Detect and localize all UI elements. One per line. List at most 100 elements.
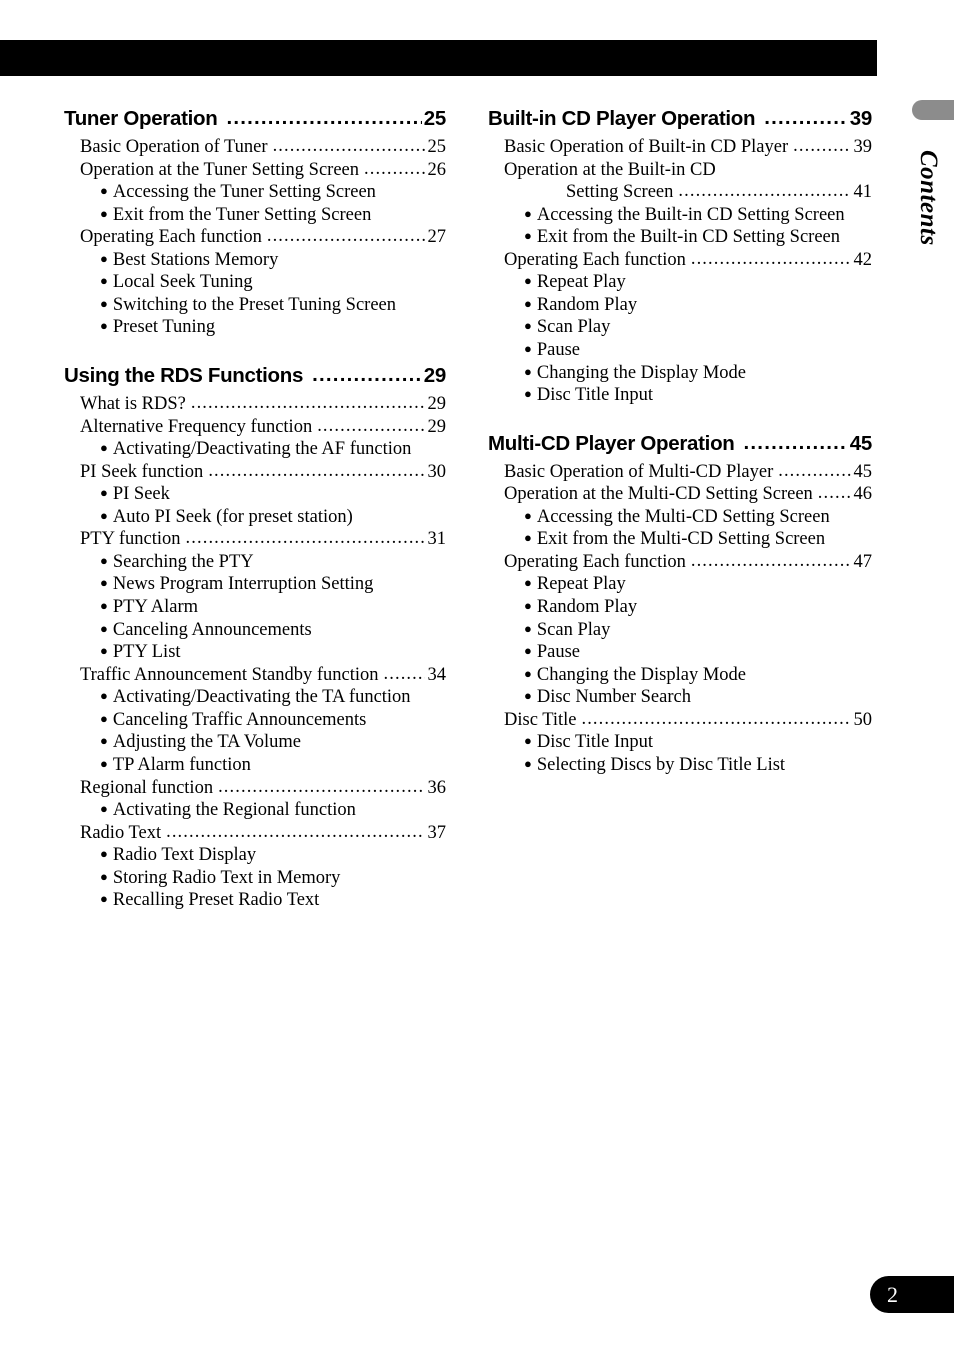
- toc-column-left: Tuner Operation.........................…: [64, 107, 446, 912]
- toc-subitem-random-play[interactable]: ● Random Play: [524, 294, 872, 317]
- toc-item-disc-title[interactable]: Disc Title..............................…: [504, 709, 872, 732]
- toc-subitem-activating-deactivating-the-af-function[interactable]: ● Activating/Deactivating the AF function: [100, 438, 446, 461]
- toc-subitem-preset-tuning[interactable]: ● Preset Tuning: [100, 316, 446, 339]
- toc-item-operating-each-function[interactable]: Operating Each function.................…: [504, 551, 872, 574]
- toc-item-alternative-frequency-function[interactable]: Alternative Frequency function..........…: [80, 416, 446, 439]
- toc-item-page: 29: [427, 393, 447, 414]
- toc-subitem-exit-from-the-built-in-cd-setting-screen[interactable]: ● Exit from the Built-in CD Setting Scree…: [524, 226, 872, 249]
- toc-item-radio-text[interactable]: Radio Text..............................…: [80, 822, 446, 845]
- toc-item-operation-at-the-multi-cd-setting-screen[interactable]: Operation at the Multi-CD Setting Screen…: [504, 483, 872, 506]
- toc-subitem-repeat-play[interactable]: ● Repeat Play: [524, 573, 872, 596]
- bullet-icon: ●: [100, 507, 108, 523]
- toc-subitem-switching-to-the-preset-tuning-screen[interactable]: ● Switching to the Preset Tuning Screen: [100, 294, 446, 317]
- toc-subitem-tp-alarm-function[interactable]: ● TP Alarm function: [100, 754, 446, 777]
- toc-subitem-best-stations-memory[interactable]: ● Best Stations Memory: [100, 249, 446, 272]
- toc-section-heading-label: Multi-CD Player Operation: [488, 431, 735, 455]
- toc-section-heading-built-in-cd-player-operation[interactable]: Built-in CD Player Operation............…: [488, 107, 872, 131]
- toc-subitem-exit-from-the-tuner-setting-screen[interactable]: ● Exit from the Tuner Setting Screen: [100, 204, 446, 227]
- toc-subitem-random-play[interactable]: ● Random Play: [524, 596, 872, 619]
- toc-item-regional-function[interactable]: Regional function.......................…: [80, 777, 446, 800]
- toc-subitem-pty-alarm[interactable]: ● PTY Alarm: [100, 596, 446, 619]
- toc-item-operating-each-function[interactable]: Operating Each function.................…: [80, 226, 446, 249]
- toc-item-page: 47: [853, 551, 873, 572]
- toc-subitem-accessing-the-tuner-setting-screen[interactable]: ● Accessing the Tuner Setting Screen: [100, 181, 446, 204]
- toc-subitem-label: Local Seek Tuning: [112, 272, 253, 293]
- toc-section-heading-using-the-rds-functions[interactable]: Using the RDS Functions.................…: [64, 364, 446, 388]
- toc-subitem-exit-from-the-multi-cd-setting-screen[interactable]: ● Exit from the Multi-CD Setting Screen: [524, 528, 872, 551]
- toc-subitem-selecting-discs-by-disc-title-list[interactable]: ● Selecting Discs by Disc Title List: [524, 754, 872, 777]
- toc-subitem-accessing-the-built-in-cd-setting-screen[interactable]: ● Accessing the Built-in CD Setting Scree…: [524, 204, 872, 227]
- toc-subitem-recalling-preset-radio-text[interactable]: ● Recalling Preset Radio Text: [100, 889, 446, 912]
- toc-item-page: 25: [427, 136, 447, 157]
- dot-leader: ........................................…: [208, 460, 425, 481]
- toc-subitem-accessing-the-multi-cd-setting-screen[interactable]: ● Accessing the Multi-CD Setting Screen: [524, 506, 872, 529]
- toc-subitem-canceling-traffic-announcements[interactable]: ● Canceling Traffic Announcements: [100, 709, 446, 732]
- dot-leader: ........................................…: [817, 483, 851, 504]
- bullet-icon: ●: [100, 868, 108, 884]
- toc-section-heading-multi-cd-player-operation[interactable]: Multi-CD Player Operation...............…: [488, 431, 872, 456]
- toc-item-basic-operation-of-multi-cd-player[interactable]: Basic Operation of Multi-CD Player......…: [504, 461, 872, 484]
- toc-subitem-changing-the-display-mode[interactable]: ● Changing the Display Mode: [524, 664, 872, 687]
- toc-item-basic-operation-of-built-in-cd-player[interactable]: Basic Operation of Built-in CD Player...…: [504, 136, 872, 159]
- bullet-icon: ●: [100, 598, 108, 614]
- toc-subitem-disc-title-input[interactable]: ● Disc Title Input: [524, 731, 872, 754]
- toc-item-page: 41: [853, 182, 873, 203]
- dot-leader: ........................................…: [166, 821, 424, 842]
- toc-subitem-disc-number-search[interactable]: ● Disc Number Search: [524, 686, 872, 709]
- toc-subitem-changing-the-display-mode[interactable]: ● Changing the Display Mode: [524, 362, 872, 385]
- toc-item-pty-function[interactable]: PTY function............................…: [80, 528, 446, 551]
- toc-subitem-label: Changing the Display Mode: [536, 664, 746, 685]
- bullet-icon: ●: [524, 318, 532, 334]
- toc-subitem-pause[interactable]: ● Pause: [524, 641, 872, 664]
- toc-subitem-pty-list[interactable]: ● PTY List: [100, 641, 446, 664]
- toc-item-label: Basic Operation of Tuner: [80, 136, 268, 157]
- toc-item-page: 31: [427, 529, 447, 550]
- dot-leader: ........................................…: [383, 663, 425, 684]
- toc-subitem-radio-text-display[interactable]: ● Radio Text Display: [100, 844, 446, 867]
- toc-subitem-local-seek-tuning[interactable]: ● Local Seek Tuning: [100, 271, 446, 294]
- toc-item-label: Basic Operation of Multi-CD Player: [504, 461, 774, 482]
- toc-subitem-repeat-play[interactable]: ● Repeat Play: [524, 271, 872, 294]
- toc-subitem-scan-play[interactable]: ● Scan Play: [524, 619, 872, 642]
- toc-item-setting-screen[interactable]: Setting Screen..........................…: [566, 181, 872, 204]
- toc-subitem-storing-radio-text-in-memory[interactable]: ● Storing Radio Text in Memory: [100, 867, 446, 890]
- toc-subitem-activating-deactivating-the-ta-function[interactable]: ● Activating/Deactivating the TA function: [100, 686, 446, 709]
- toc-subitem-auto-pi-seek-for-preset-station[interactable]: ● Auto PI Seek (for preset station): [100, 506, 446, 529]
- toc-subitem-canceling-announcements[interactable]: ● Canceling Announcements: [100, 619, 446, 642]
- toc-subitem-adjusting-the-ta-volume[interactable]: ● Adjusting the TA Volume: [100, 731, 446, 754]
- toc-item-operation-at-the-tuner-setting-screen[interactable]: Operation at the Tuner Setting Screen...…: [80, 159, 446, 182]
- toc-item-label: Disc Title: [504, 709, 577, 730]
- toc-item-operation-at-the-built-in-cd[interactable]: Operation at the Built-in CD: [504, 159, 872, 182]
- toc-subitem-disc-title-input[interactable]: ● Disc Title Input: [524, 384, 872, 407]
- toc-item-operating-each-function[interactable]: Operating Each function.................…: [504, 249, 872, 272]
- toc-subitem-pi-seek[interactable]: ● PI Seek: [100, 483, 446, 506]
- toc-subitem-label: Scan Play: [536, 619, 611, 640]
- toc-subitem-searching-the-pty[interactable]: ● Searching the PTY: [100, 551, 446, 574]
- dot-leader: ........................................…: [190, 392, 425, 413]
- toc-subitem-label: Accessing the Multi-CD Setting Screen: [536, 506, 830, 527]
- toc-subitem-pause[interactable]: ● Pause: [524, 339, 872, 362]
- toc-subitem-activating-the-regional-function[interactable]: ● Activating the Regional function: [100, 799, 446, 822]
- toc-subitem-scan-play[interactable]: ● Scan Play: [524, 316, 872, 339]
- toc-item-basic-operation-of-tuner[interactable]: Basic Operation of Tuner................…: [80, 136, 446, 159]
- bullet-icon: ●: [524, 386, 532, 402]
- toc-item-page: 36: [427, 777, 447, 798]
- page-number: 2: [887, 1281, 898, 1307]
- dot-leader: ........................................…: [778, 460, 850, 481]
- toc-subitem-news-program-interruption-setting[interactable]: ● News Program Interruption Setting: [100, 573, 446, 596]
- bullet-icon: ●: [100, 205, 108, 221]
- toc-item-what-is-rds[interactable]: What is RDS?............................…: [80, 393, 446, 416]
- dot-leader: ........................................…: [764, 107, 848, 129]
- toc-item-pi-seek-function[interactable]: PI Seek function........................…: [80, 461, 446, 484]
- toc-item-traffic-announcement-standby-function[interactable]: Traffic Announcement Standby function...…: [80, 664, 446, 687]
- bullet-icon: ●: [100, 440, 108, 456]
- bullet-icon: ●: [524, 688, 532, 704]
- toc-subitem-label: Canceling Traffic Announcements: [112, 709, 367, 730]
- toc-subitem-label: Auto PI Seek (for preset station): [112, 506, 353, 527]
- dot-leader: ........................................…: [581, 708, 851, 729]
- toc-subitem-label: Radio Text Display: [112, 845, 257, 866]
- toc-section-heading-tuner-operation[interactable]: Tuner Operation.........................…: [64, 107, 446, 131]
- dot-leader: ........................................…: [678, 181, 851, 202]
- bullet-icon: ●: [100, 688, 108, 704]
- bullet-icon: ●: [100, 891, 108, 907]
